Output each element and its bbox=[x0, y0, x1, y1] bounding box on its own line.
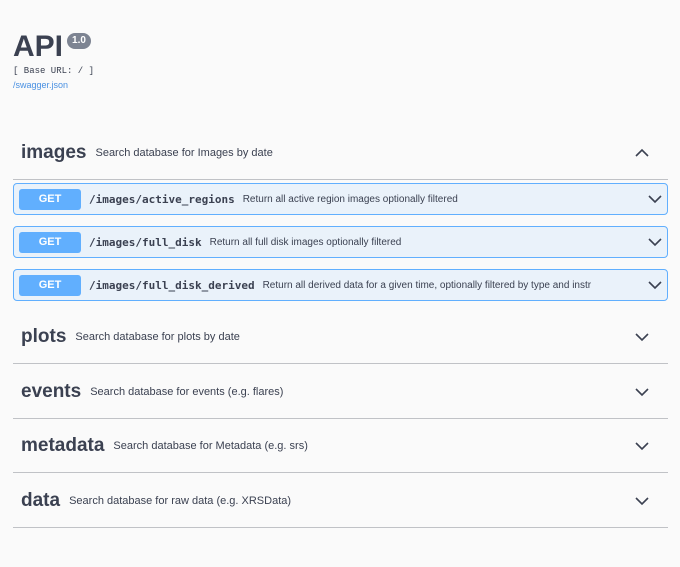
operation-path: /images/active_regions bbox=[89, 192, 235, 206]
operation-get-images-full-disk-derived[interactable]: GET /images/full_disk_derived Return all… bbox=[13, 269, 668, 301]
operation-get-images-active-regions[interactable]: GET /images/active_regions Return all ac… bbox=[13, 183, 668, 215]
chevron-down-icon[interactable] bbox=[634, 494, 650, 508]
version-badge: 1.0 bbox=[67, 33, 91, 49]
tag-name: metadata bbox=[21, 434, 105, 456]
chevron-down-icon[interactable] bbox=[647, 278, 663, 292]
tag-name: events bbox=[21, 380, 82, 402]
tag-name: images bbox=[21, 141, 87, 163]
method-badge: GET bbox=[19, 188, 81, 210]
chevron-down-icon[interactable] bbox=[647, 192, 663, 206]
api-info: API 1.0 [ Base URL: / ] /swagger.json bbox=[13, 30, 94, 90]
tag-header-images[interactable]: images Search database for Images by dat… bbox=[13, 126, 668, 180]
chevron-down-icon[interactable] bbox=[634, 330, 650, 344]
tag-header-data[interactable]: data Search database for raw data (e.g. … bbox=[13, 474, 668, 528]
chevron-down-icon[interactable] bbox=[647, 235, 663, 249]
tag-name: data bbox=[21, 489, 61, 511]
tag-header-plots[interactable]: plots Search database for plots by date bbox=[13, 310, 668, 364]
chevron-down-icon[interactable] bbox=[634, 385, 650, 399]
tag-description: Search database for raw data (e.g. XRSDa… bbox=[69, 494, 292, 507]
chevron-up-icon[interactable] bbox=[634, 146, 650, 160]
swagger-json-link[interactable]: /swagger.json bbox=[13, 80, 94, 90]
operation-path: /images/full_disk_derived bbox=[89, 278, 255, 292]
operation-get-images-full-disk[interactable]: GET /images/full_disk Return all full di… bbox=[13, 226, 668, 258]
tag-description: Search database for Metadata (e.g. srs) bbox=[113, 439, 308, 452]
tag-section-metadata: metadata Search database for Metadata (e… bbox=[13, 419, 668, 473]
api-title: API bbox=[13, 30, 64, 63]
tag-section-images: images Search database for Images by dat… bbox=[13, 126, 668, 180]
operation-path: /images/full_disk bbox=[89, 235, 202, 249]
tag-description: Search database for plots by date bbox=[75, 330, 240, 343]
operation-summary: Return all full disk images optionally f… bbox=[209, 236, 402, 248]
method-badge: GET bbox=[19, 231, 81, 253]
base-url: [ Base URL: / ] bbox=[13, 66, 95, 76]
tag-name: plots bbox=[21, 325, 67, 347]
tag-section-events: events Search database for events (e.g. … bbox=[13, 365, 668, 419]
tag-header-metadata[interactable]: metadata Search database for Metadata (e… bbox=[13, 419, 668, 473]
tag-description: Search database for events (e.g. flares) bbox=[90, 385, 284, 398]
tag-section-data: data Search database for raw data (e.g. … bbox=[13, 474, 668, 528]
operation-summary: Return all derived data for a given time… bbox=[262, 279, 592, 291]
operation-summary: Return all active region images optional… bbox=[242, 193, 458, 205]
chevron-down-icon[interactable] bbox=[634, 439, 650, 453]
tag-section-plots: plots Search database for plots by date bbox=[13, 310, 668, 364]
tag-description: Search database for Images by date bbox=[95, 146, 273, 159]
tag-header-events[interactable]: events Search database for events (e.g. … bbox=[13, 365, 668, 419]
method-badge: GET bbox=[19, 274, 81, 296]
